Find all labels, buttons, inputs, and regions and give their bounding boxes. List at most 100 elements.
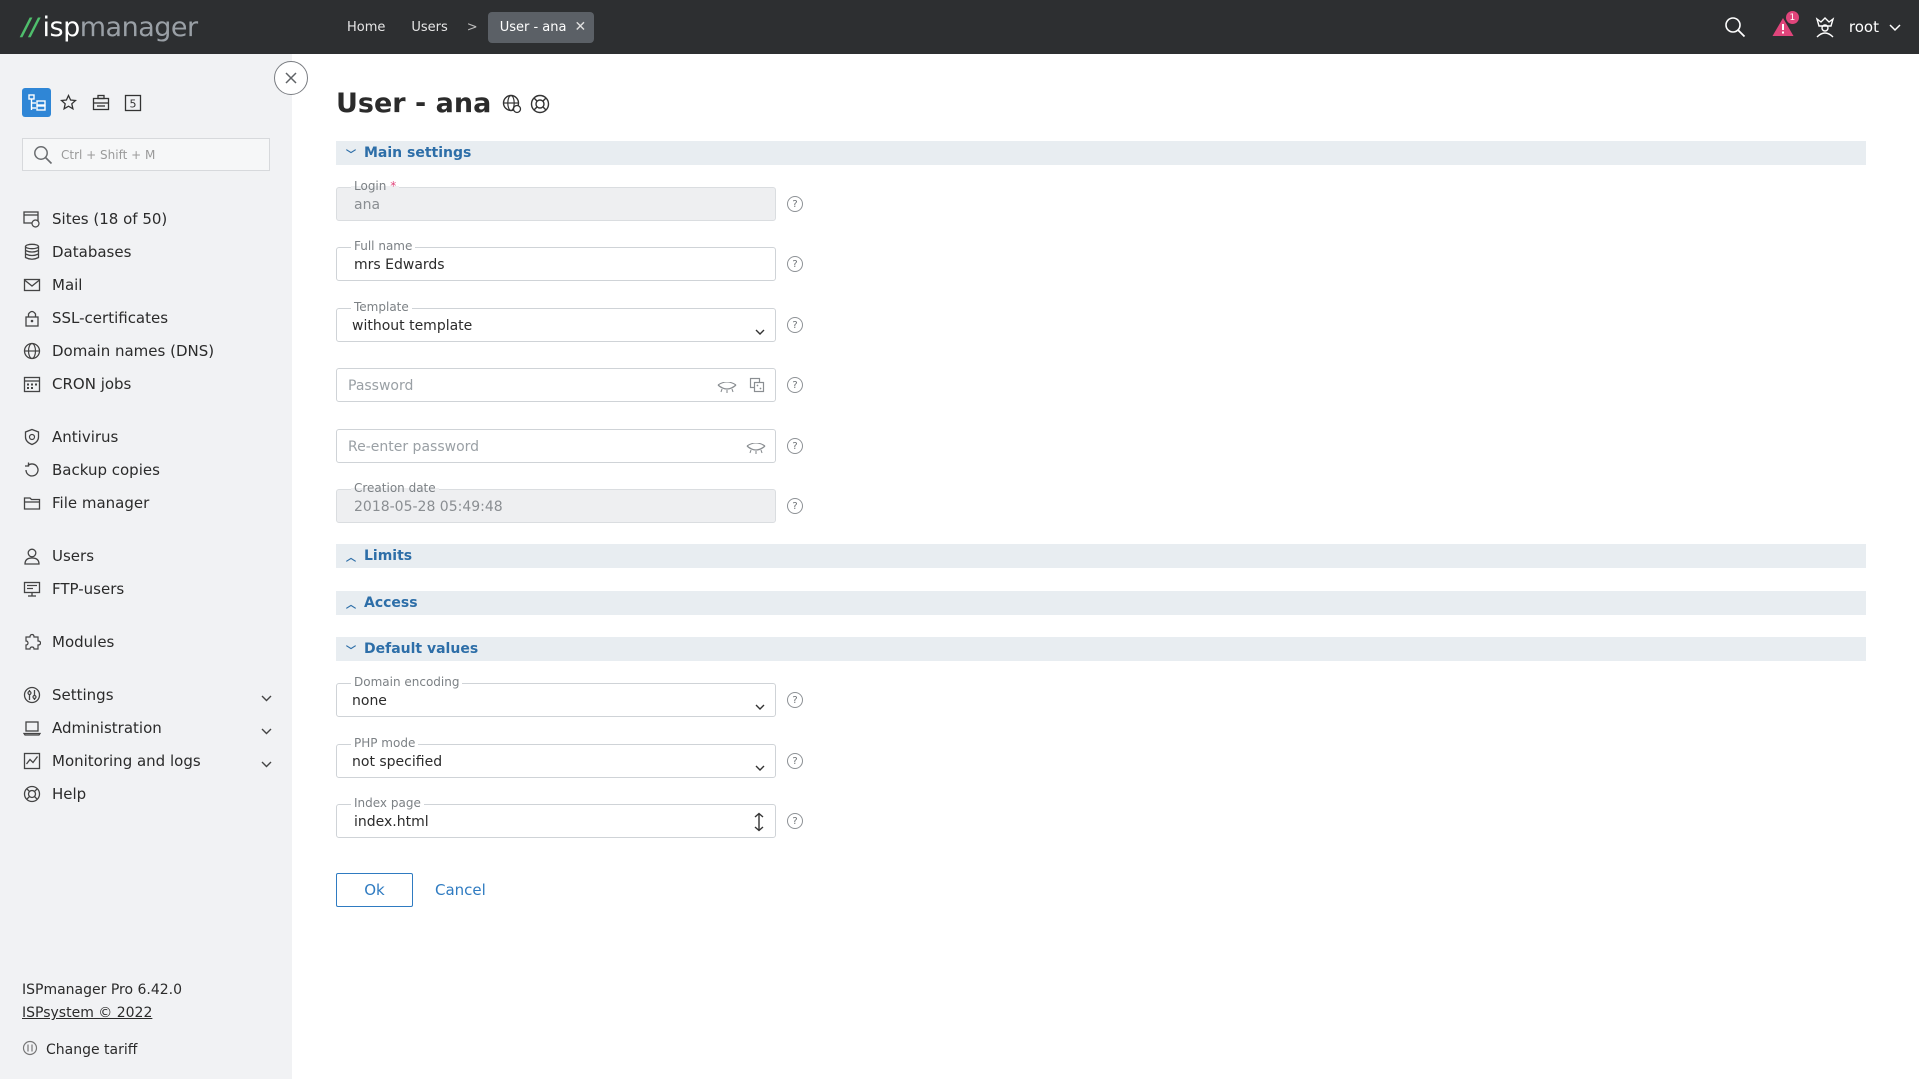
dashboard-button[interactable]: [86, 88, 115, 117]
help-icon[interactable]: ?: [787, 377, 803, 393]
sidebar-item-ssl[interactable]: SSL-certificates: [22, 301, 272, 334]
eye-closed-icon[interactable]: [717, 379, 737, 398]
sidebar-item-users[interactable]: Users: [22, 539, 272, 572]
generate-password-icon[interactable]: [749, 377, 765, 397]
chevron-down-icon[interactable]: [1889, 18, 1901, 36]
sidebar-item-label: Users: [52, 546, 95, 565]
puzzle-icon: [22, 632, 42, 652]
password-field[interactable]: Password: [336, 368, 776, 402]
sidebar-item-label: Databases: [52, 242, 132, 261]
php-mode-value: not specified: [352, 754, 443, 770]
top-bar: // isp manager Home Users > User - ana ✕…: [0, 0, 1919, 54]
resize-vertical-icon[interactable]: [753, 812, 765, 836]
breadcrumb-users[interactable]: Users: [398, 20, 460, 35]
sites-icon: [22, 209, 42, 229]
section-title: Limits: [364, 548, 413, 564]
eye-closed-icon[interactable]: [746, 440, 766, 459]
sidebar-item-ftp-users[interactable]: FTP-users: [22, 572, 272, 605]
breadcrumb: Home Users > User - ana ✕: [334, 0, 595, 54]
user-avatar-icon[interactable]: [1811, 13, 1839, 41]
sidebar-item-modules[interactable]: Modules: [22, 625, 272, 658]
sidebar-item-label: Antivirus: [52, 427, 119, 446]
sidebar-item-file-manager[interactable]: File manager: [22, 486, 272, 519]
help-icon[interactable]: ?: [787, 196, 803, 212]
template-label: Template: [351, 300, 412, 314]
chevron-down-icon: [755, 757, 765, 776]
breadcrumb-active-tab[interactable]: User - ana ✕: [487, 11, 595, 43]
notification-badge: 1: [1785, 11, 1799, 24]
sidebar-search[interactable]: [22, 138, 270, 171]
fullname-field[interactable]: Full name mrs Edwards: [336, 239, 776, 281]
sidebar-item-label: Settings: [52, 685, 114, 704]
help-icon[interactable]: ?: [787, 498, 803, 514]
lock-icon: [22, 308, 42, 328]
template-select[interactable]: Template without template: [336, 300, 776, 342]
sidebar-toolbar: 5: [22, 88, 150, 117]
help-icon[interactable]: ?: [787, 438, 803, 454]
sidebar-item-databases[interactable]: Databases: [22, 235, 272, 268]
logo-manager-text: manager: [79, 11, 198, 43]
domain-encoding-select[interactable]: Domain encoding none: [336, 675, 776, 717]
cancel-button[interactable]: Cancel: [435, 873, 486, 907]
sidebar-item-monitoring[interactable]: Monitoring and logs: [22, 744, 272, 777]
section-limits[interactable]: ︿ Limits: [336, 544, 1866, 568]
index-page-field[interactable]: Index page index.html: [336, 796, 776, 838]
help-icon[interactable]: ?: [787, 692, 803, 708]
collapse-sidebar-button[interactable]: [274, 61, 308, 95]
php-mode-label: PHP mode: [351, 736, 419, 750]
sidebar-item-mail[interactable]: Mail: [22, 268, 272, 301]
chart-icon: [22, 751, 42, 771]
sidebar-item-label: Monitoring and logs: [52, 751, 201, 770]
sidebar-item-settings[interactable]: Settings: [22, 678, 272, 711]
sidebar-item-sites[interactable]: Sites (18 of 50): [22, 202, 272, 235]
section-main-settings[interactable]: ﹀ Main settings: [336, 141, 1866, 165]
favorites-button[interactable]: [54, 88, 83, 117]
briefcase-icon: [92, 94, 109, 111]
database-icon: [22, 242, 42, 262]
change-tariff-label: Change tariff: [46, 1042, 138, 1058]
close-tab-icon[interactable]: ✕: [574, 19, 586, 35]
chevron-down-icon: [755, 321, 765, 340]
section-default-values[interactable]: ﹀ Default values: [336, 637, 1866, 661]
help-icon[interactable]: ?: [787, 753, 803, 769]
ok-button[interactable]: Ok: [336, 873, 413, 907]
repassword-field[interactable]: Re-enter password: [336, 429, 776, 463]
sidebar-search-input[interactable]: [61, 147, 261, 162]
chevron-up-icon: ︿: [346, 552, 356, 564]
five-button[interactable]: 5: [118, 88, 147, 117]
copyright-link[interactable]: ISPsystem © 2022: [22, 1005, 182, 1028]
chevron-down-icon[interactable]: [261, 754, 272, 772]
globe-settings-icon[interactable]: [501, 93, 523, 115]
sidebar-item-backup[interactable]: Backup copies: [22, 453, 272, 486]
chevron-down-icon[interactable]: [261, 688, 272, 706]
mail-icon: [22, 275, 42, 295]
app-logo[interactable]: // isp manager: [22, 11, 198, 43]
lifebuoy-icon[interactable]: [529, 93, 551, 115]
help-icon[interactable]: ?: [787, 813, 803, 829]
sidebar-item-dns[interactable]: Domain names (DNS): [22, 334, 272, 367]
sidebar-item-label: Backup copies: [52, 460, 160, 479]
chevron-down-icon[interactable]: [261, 721, 272, 739]
sidebar-item-administration[interactable]: Administration: [22, 711, 272, 744]
user-menu-name[interactable]: root: [1849, 18, 1879, 36]
sidebar-item-cron[interactable]: CRON jobs: [22, 367, 272, 400]
index-page-label: Index page: [351, 796, 424, 810]
help-icon[interactable]: ?: [787, 256, 803, 272]
notifications-icon[interactable]: 1: [1769, 11, 1799, 41]
fullname-label: Full name: [351, 239, 416, 253]
close-icon: [285, 72, 297, 84]
search-icon: [34, 145, 53, 164]
sidebar-item-label: File manager: [52, 493, 150, 512]
change-tariff-link[interactable]: Change tariff: [22, 1040, 137, 1060]
breadcrumb-home[interactable]: Home: [334, 20, 398, 35]
sidebar-item-antivirus[interactable]: Antivirus: [22, 420, 272, 453]
svg-text:5: 5: [129, 97, 136, 110]
search-icon[interactable]: [1721, 13, 1749, 41]
tariff-icon: [22, 1040, 38, 1060]
menu-tree-button[interactable]: [22, 88, 51, 117]
section-access[interactable]: ︿ Access: [336, 591, 1866, 615]
php-mode-select[interactable]: PHP mode not specified: [336, 736, 776, 778]
help-icon[interactable]: ?: [787, 317, 803, 333]
sidebar-item-help[interactable]: Help: [22, 777, 272, 810]
